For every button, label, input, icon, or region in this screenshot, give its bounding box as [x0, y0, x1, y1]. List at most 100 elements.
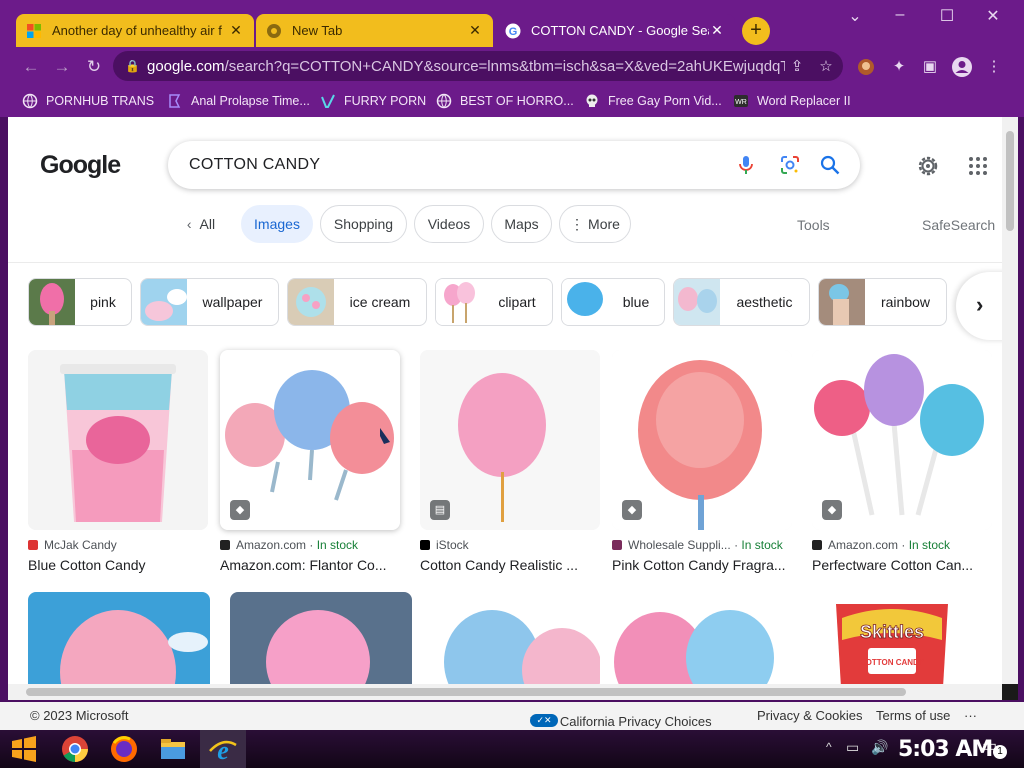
- network-icon[interactable]: ▭: [846, 739, 859, 756]
- bookmark-item[interactable]: Anal Prolapse Time...: [167, 90, 310, 112]
- safesearch-button[interactable]: SafeSearch: [922, 217, 995, 233]
- refine-chip-ice-cream[interactable]: ice cream: [287, 278, 427, 326]
- result-title[interactable]: Cotton Candy Realistic ...: [420, 557, 596, 573]
- star-icon[interactable]: ☆: [809, 57, 843, 75]
- result-title[interactable]: Perfectware Cotton Can...: [812, 557, 988, 573]
- chevron-up-icon[interactable]: ^: [826, 740, 832, 754]
- result-source[interactable]: iStock: [420, 538, 600, 552]
- image-result[interactable]: ◆ Amazon.com · In stock Perfectware Cott…: [812, 350, 992, 573]
- image-result[interactable]: [432, 592, 614, 684]
- tab-air-quality[interactable]: Another day of unhealthy air f ✕: [16, 14, 254, 47]
- close-icon[interactable]: ✕: [228, 22, 244, 39]
- filter-videos[interactable]: Videos: [414, 205, 484, 243]
- microsoft-icon: [27, 23, 41, 38]
- notification-badge: 1: [993, 745, 1007, 759]
- back-button[interactable]: ←: [20, 56, 42, 78]
- shopping-tag-icon: ◆: [230, 500, 250, 520]
- share-icon[interactable]: ⇪: [785, 57, 809, 75]
- refine-chip-clipart[interactable]: clipart: [435, 278, 553, 326]
- refine-chip-aesthetic[interactable]: aesthetic: [673, 278, 810, 326]
- refine-chip-pink[interactable]: pink: [28, 278, 132, 326]
- image-result[interactable]: Skittles COTTON CANDY: [802, 592, 984, 684]
- result-image[interactable]: [28, 350, 208, 530]
- chevron-down-icon[interactable]: ⌄: [840, 6, 870, 26]
- horizontal-scrollbar[interactable]: [8, 684, 1002, 700]
- close-window-button[interactable]: ✕: [978, 6, 1008, 26]
- bookmark-item[interactable]: PORNHUB TRANS: [22, 90, 154, 112]
- result-source[interactable]: Amazon.com · In stock: [812, 538, 992, 552]
- chrome-taskbar-icon[interactable]: [59, 733, 91, 765]
- microphone-icon[interactable]: [735, 154, 757, 176]
- tools-button[interactable]: Tools: [797, 217, 830, 233]
- result-image[interactable]: ◆: [220, 350, 400, 530]
- more-options-button[interactable]: ···: [964, 708, 977, 723]
- start-button-icon[interactable]: [8, 733, 40, 765]
- image-result[interactable]: ◆ Wholesale Suppli... · In stock Pink Co…: [612, 350, 792, 573]
- result-title[interactable]: Amazon.com: Flantor Co...: [220, 557, 396, 573]
- bookmark-item[interactable]: Free Gay Porn Vid...: [584, 90, 722, 112]
- terms-link[interactable]: Terms of use: [876, 708, 950, 723]
- result-image[interactable]: ▤: [420, 350, 600, 530]
- close-icon[interactable]: ✕: [709, 22, 725, 39]
- result-image[interactable]: ◆: [612, 350, 792, 530]
- reload-button[interactable]: ↻: [83, 56, 105, 78]
- tab-cotton-candy[interactable]: G COTTON CANDY - Google Sear ✕: [495, 14, 735, 47]
- image-result[interactable]: ▤ iStock Cotton Candy Realistic ...: [420, 350, 600, 573]
- thumbnail: [288, 279, 334, 325]
- scrollbar-thumb[interactable]: [1006, 131, 1014, 231]
- filter-all[interactable]: ‹ All: [176, 205, 226, 243]
- vertical-scrollbar[interactable]: [1002, 117, 1018, 684]
- refine-chip-blue[interactable]: blue: [561, 278, 665, 326]
- gear-icon[interactable]: [916, 154, 940, 178]
- filter-more[interactable]: ⋮ More: [559, 205, 631, 243]
- new-tab-button[interactable]: +: [742, 17, 770, 45]
- menu-kebab-icon[interactable]: ⋮: [983, 56, 1005, 78]
- search-input[interactable]: COTTON CANDY: [189, 156, 320, 174]
- file-explorer-icon[interactable]: [157, 733, 189, 765]
- bookmark-item[interactable]: FURRY PORN: [320, 90, 426, 112]
- minimize-button[interactable]: –: [885, 6, 915, 24]
- apps-grid-icon[interactable]: [966, 154, 990, 178]
- result-source[interactable]: Wholesale Suppli... · In stock: [612, 538, 792, 552]
- close-icon[interactable]: ✕: [467, 22, 483, 39]
- tab-title: Another day of unhealthy air f: [52, 23, 222, 38]
- bookmark-item[interactable]: BEST OF HORRO...: [436, 90, 574, 112]
- result-image[interactable]: ◆: [812, 350, 992, 530]
- lens-icon[interactable]: [779, 154, 801, 176]
- search-icon[interactable]: [819, 154, 841, 176]
- image-result[interactable]: ◆ Amazon.com · In stock Amazon.com: Flan…: [220, 350, 400, 573]
- firefox-taskbar-icon[interactable]: [108, 733, 140, 765]
- taskbar-clock[interactable]: 5:03 AM: [898, 737, 993, 762]
- sidepanel-icon[interactable]: ▣: [919, 56, 941, 78]
- refine-next-button[interactable]: ›: [956, 272, 1002, 340]
- google-images-page: Google COTTON CANDY ‹ All Images Shoppin…: [8, 117, 1002, 684]
- source-favicon: [28, 540, 38, 550]
- image-result[interactable]: [230, 592, 412, 684]
- result-title[interactable]: Blue Cotton Candy: [28, 557, 204, 573]
- google-logo[interactable]: Google: [40, 151, 121, 180]
- image-result[interactable]: [28, 592, 210, 684]
- result-source[interactable]: McJak Candy: [28, 538, 208, 552]
- refine-chip-rainbow[interactable]: rainbow: [818, 278, 947, 326]
- image-result[interactable]: McJak Candy Blue Cotton Candy: [28, 350, 208, 573]
- filter-images[interactable]: Images: [241, 205, 313, 243]
- profile-icon[interactable]: [951, 56, 973, 78]
- puzzle-icon[interactable]: ✦: [888, 56, 910, 78]
- tab-new-tab[interactable]: New Tab ✕: [256, 14, 493, 47]
- result-title[interactable]: Pink Cotton Candy Fragra...: [612, 557, 788, 573]
- extension-avatar-icon[interactable]: [855, 56, 877, 78]
- filter-shopping[interactable]: Shopping: [320, 205, 407, 243]
- internet-explorer-icon[interactable]: e: [207, 733, 239, 765]
- privacy-cookies-link[interactable]: Privacy & Cookies: [757, 708, 862, 723]
- search-box[interactable]: COTTON CANDY: [168, 141, 860, 189]
- maximize-button[interactable]: ☐: [932, 6, 962, 26]
- scrollbar-thumb[interactable]: [26, 688, 906, 696]
- speaker-icon[interactable]: 🔊: [871, 739, 888, 756]
- image-result[interactable]: [600, 592, 782, 684]
- refine-chip-wallpaper[interactable]: wallpaper: [140, 278, 279, 326]
- filter-maps[interactable]: Maps: [491, 205, 552, 243]
- result-source[interactable]: Amazon.com · In stock: [220, 538, 400, 552]
- bookmark-item[interactable]: WR Word Replacer II: [733, 90, 851, 112]
- forward-button[interactable]: →: [51, 56, 73, 78]
- address-bar[interactable]: 🔒 google.com/search?q=COTTON+CANDY&sourc…: [113, 51, 843, 81]
